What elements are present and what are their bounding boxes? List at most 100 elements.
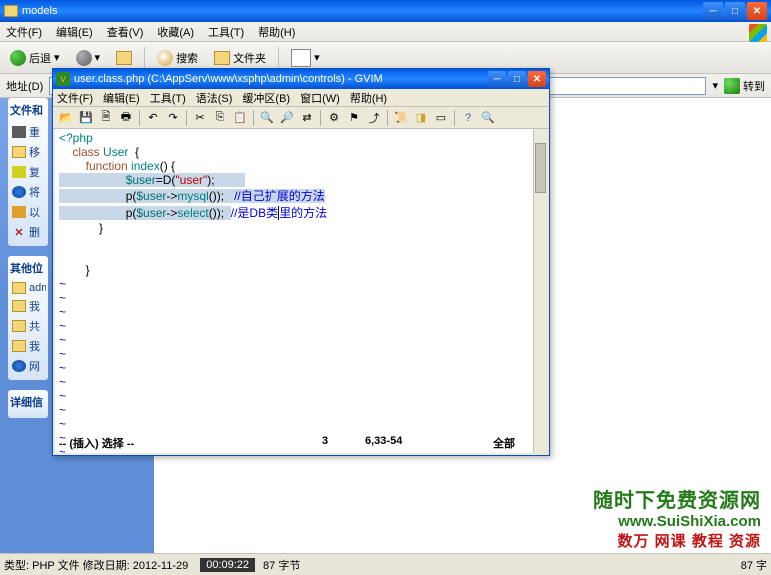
status-type: 类型: PHP 文件 修改日期: 2012-11-29 (4, 557, 188, 573)
saveall-icon[interactable]: 🗎 (97, 109, 115, 127)
back-button[interactable]: 后退 ▾ (6, 48, 64, 68)
undo-icon[interactable]: ↶ (144, 109, 162, 127)
places-panel: 其他位 adm 我 共 我 网 (8, 256, 48, 380)
address-dropdown-icon[interactable]: ▾ (712, 79, 718, 92)
save-icon[interactable]: 💾 (77, 109, 95, 127)
sidebar-item[interactable]: 共 (10, 316, 46, 336)
folder-icon (12, 320, 26, 332)
session-icon[interactable]: ◨ (412, 109, 430, 127)
scrollbar-thumb[interactable] (535, 143, 546, 193)
sidebar-item[interactable]: 我 (10, 296, 46, 316)
findnext-icon[interactable]: 🔎 (278, 109, 296, 127)
explorer-titlebar: models ─ □ ✕ (0, 0, 771, 22)
sidebar-item[interactable]: adm (10, 280, 46, 296)
mail-icon (12, 206, 26, 218)
vim-lines: 3 (285, 435, 365, 451)
shell-icon[interactable]: ▭ (432, 109, 450, 127)
gvim-title: user.class.php (C:\AppServ\www\xsphp\adm… (74, 73, 383, 85)
gvim-menu-buffers[interactable]: 缓冲区(B) (242, 90, 290, 106)
gvim-toolbar: 📂 💾 🗎 🖶 ↶ ↷ ✂ ⎘ 📋 🔍 🔎 ⇄ ⚙ ⚑ ⤴ 📜 ◨ ▭ ? 🔍 (53, 107, 549, 129)
gvim-window: V user.class.php (C:\AppServ\www\xsphp\a… (52, 68, 550, 456)
explorer-title: models (22, 5, 57, 17)
gvim-maximize-button[interactable]: □ (508, 71, 526, 87)
redo-icon[interactable]: ↷ (164, 109, 182, 127)
print-icon[interactable]: 🖶 (117, 109, 135, 127)
gvim-menu-edit[interactable]: 编辑(E) (103, 90, 140, 106)
panel-header: 详细信 (10, 394, 46, 410)
sidebar-item[interactable]: 我 (10, 336, 46, 356)
gvim-editor[interactable]: <?php class User { function index() { $u… (55, 129, 547, 453)
move-icon (12, 146, 26, 158)
gvim-menu-syntax[interactable]: 语法(S) (196, 90, 233, 106)
scrollbar[interactable] (533, 129, 547, 453)
folder-icon (4, 5, 18, 17)
copy-icon[interactable]: ⎘ (211, 109, 229, 127)
forward-button[interactable]: ▾ (72, 48, 105, 68)
menu-view[interactable]: 查看(V) (107, 24, 144, 40)
gvim-titlebar[interactable]: V user.class.php (C:\AppServ\www\xsphp\a… (53, 69, 549, 89)
folder-icon (12, 282, 26, 294)
sidebar-item[interactable]: 复 (10, 162, 46, 182)
watermark-line1: 随时下免费资源网 (593, 484, 761, 513)
web-icon (12, 186, 26, 198)
code-area[interactable]: <?php class User { function index() { $u… (55, 129, 533, 453)
ctags-icon[interactable]: ⚑ (345, 109, 363, 127)
gvim-menu-help[interactable]: 帮助(H) (350, 90, 387, 106)
rename-icon (12, 126, 26, 138)
menu-help[interactable]: 帮助(H) (258, 24, 295, 40)
find-icon[interactable]: 🔍 (258, 109, 276, 127)
explorer-statusbar: 类型: PHP 文件 修改日期: 2012-11-29 00:09:22 87 … (0, 553, 771, 575)
tasks-panel: 文件和 重 移 复 将 以 ✕删 (8, 98, 48, 246)
views-button[interactable]: ▾ (287, 47, 324, 69)
sidebar-item[interactable]: 网 (10, 356, 46, 376)
status-right: 87 字 (741, 557, 767, 573)
computer-icon (12, 340, 26, 352)
menu-favorites[interactable]: 收藏(A) (157, 24, 194, 40)
views-icon (291, 49, 311, 67)
sidebar-item[interactable]: 以 (10, 202, 46, 222)
up-button[interactable] (112, 49, 136, 67)
vim-position: 6,33-54 (365, 435, 465, 451)
windows-flag-icon (749, 24, 767, 42)
back-icon (10, 50, 26, 66)
copy-icon (12, 166, 26, 178)
gvim-menu-window[interactable]: 窗口(W) (300, 90, 340, 106)
make-icon[interactable]: ⚙ (325, 109, 343, 127)
menu-edit[interactable]: 编辑(E) (56, 24, 93, 40)
folder-icon (12, 300, 26, 312)
forward-icon (76, 50, 92, 66)
help-icon[interactable]: ? (459, 109, 477, 127)
menu-file[interactable]: 文件(F) (6, 24, 42, 40)
tagjump-icon[interactable]: ⤴ (365, 109, 383, 127)
network-icon (12, 360, 26, 372)
search-button[interactable]: 搜索 (153, 48, 202, 68)
sidebar-item[interactable]: 将 (10, 182, 46, 202)
up-folder-icon (116, 51, 132, 65)
vim-mode: -- (插入) 选择 -- (59, 435, 285, 451)
gvim-close-button[interactable]: ✕ (528, 71, 546, 87)
close-button[interactable]: ✕ (747, 2, 767, 20)
dropdown-icon: ▾ (54, 51, 60, 64)
menu-tools[interactable]: 工具(T) (208, 24, 244, 40)
go-button[interactable]: 转到 (724, 78, 765, 94)
sidebar-item[interactable]: 移 (10, 142, 46, 162)
gvim-menu-file[interactable]: 文件(F) (57, 90, 93, 106)
cut-icon[interactable]: ✂ (191, 109, 209, 127)
paste-icon[interactable]: 📋 (231, 109, 249, 127)
sidebar-item[interactable]: ✕删 (10, 222, 46, 242)
script-icon[interactable]: 📜 (392, 109, 410, 127)
delete-icon: ✕ (12, 226, 26, 239)
replace-icon[interactable]: ⇄ (298, 109, 316, 127)
sidebar: 文件和 重 移 复 将 以 ✕删 其他位 adm 我 共 我 网 详细信 (8, 98, 48, 428)
watermark: 随时下免费资源网 www.SuiShiXia.com 数万 网课 教程 资源 (593, 484, 761, 551)
findhelp-icon[interactable]: 🔍 (479, 109, 497, 127)
gvim-menubar: 文件(F) 编辑(E) 工具(T) 语法(S) 缓冲区(B) 窗口(W) 帮助(… (53, 89, 549, 107)
minimize-button[interactable]: ─ (703, 2, 723, 20)
folders-button[interactable]: 文件夹 (210, 48, 270, 68)
gvim-menu-tools[interactable]: 工具(T) (150, 90, 186, 106)
search-icon (157, 50, 173, 66)
open-icon[interactable]: 📂 (57, 109, 75, 127)
gvim-minimize-button[interactable]: ─ (488, 71, 506, 87)
maximize-button[interactable]: □ (725, 2, 745, 20)
sidebar-item[interactable]: 重 (10, 122, 46, 142)
